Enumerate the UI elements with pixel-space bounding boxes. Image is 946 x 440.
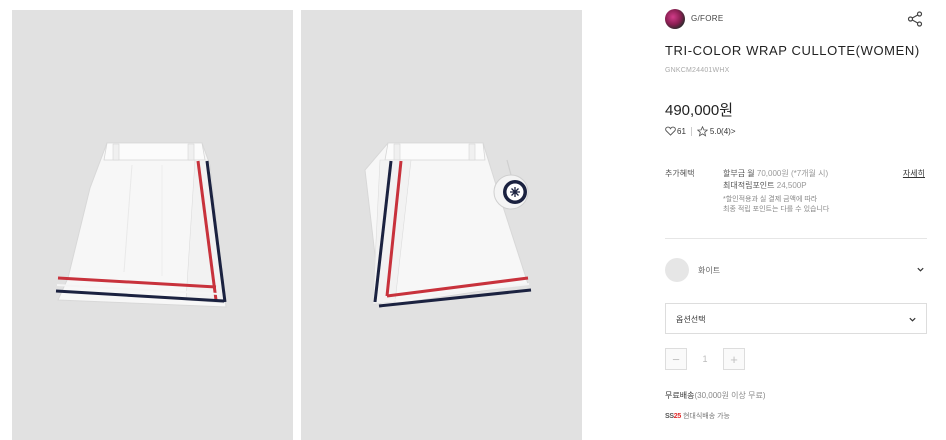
- color-swatch[interactable]: [665, 258, 689, 282]
- option-select-label: 옵션선택: [676, 315, 706, 324]
- rating-value: 5.0: [709, 126, 722, 136]
- installment-amount: 70,000원: [756, 169, 789, 178]
- shipping-detail: (30,000원 이상 무료): [694, 391, 766, 400]
- product-info-panel: G/FORE TRI-COLOR WRAP CULLOTE(WOMEN) GNK…: [665, 0, 927, 440]
- color-selector[interactable]: 화이트: [665, 258, 927, 282]
- share-icon[interactable]: [906, 10, 924, 28]
- installment-line: 할부금 월 70,000원 (*7개월 시): [723, 168, 893, 180]
- stats-divider: [690, 126, 692, 136]
- benefit-label: 추가혜택: [665, 169, 695, 178]
- points-prefix: 최대적립포인트: [723, 181, 777, 190]
- delivery-info: SS25 현대식배송 가능: [665, 410, 730, 422]
- product-image-back[interactable]: [301, 10, 582, 440]
- points-note-1: *할인적용과 실 결제 금액에 따라: [723, 196, 818, 203]
- delivery-text: 현대식배송 가능: [682, 413, 730, 420]
- like-count: 61: [677, 126, 686, 136]
- quantity-stepper: − 1 +: [665, 348, 745, 370]
- option-select[interactable]: 옵션선택: [665, 303, 927, 334]
- points-line: 최대적립포인트 24,500P: [723, 180, 893, 192]
- delivery-badge-icon: SS25: [665, 413, 681, 420]
- brand-logo[interactable]: [665, 9, 685, 29]
- installment-suffix: (*7개월 시): [788, 169, 829, 178]
- chevron-down-icon[interactable]: [916, 265, 925, 274]
- delivery-badge-prefix: SS: [665, 412, 674, 420]
- product-price: 490,000원: [665, 102, 734, 119]
- quantity-value: 1: [702, 354, 708, 364]
- product-image-front[interactable]: [12, 10, 293, 440]
- points-amount: 24,500P: [776, 181, 807, 190]
- benefit-detail-link[interactable]: 자세히: [903, 168, 925, 179]
- product-stats: 61 5.0 (4) >: [665, 125, 735, 137]
- benefit-details: 할부금 월 70,000원 (*7개월 시) 최대적립포인트 24,500P *…: [723, 168, 893, 215]
- points-note-2: 최종 적립 포인트는 다를 수 있습니다: [723, 206, 830, 213]
- brand-row: G/FORE: [665, 9, 927, 29]
- shipping-info: 무료배송(30,000원 이상 무료): [665, 390, 766, 401]
- color-name: 화이트: [698, 266, 721, 275]
- product-title: TRI-COLOR WRAP CULLOTE(WOMEN): [665, 43, 920, 58]
- brand-name[interactable]: G/FORE: [691, 14, 723, 23]
- quantity-minus-button[interactable]: −: [665, 348, 687, 370]
- shipping-main: 무료배송: [665, 391, 695, 400]
- product-gallery: [12, 10, 582, 440]
- review-count-link[interactable]: (4): [721, 127, 731, 136]
- delivery-badge-num: 25: [673, 412, 681, 420]
- section-divider: [665, 238, 927, 239]
- chevron-right-icon[interactable]: >: [731, 127, 736, 136]
- installment-prefix: 할부금 월: [723, 169, 757, 178]
- chevron-down-icon[interactable]: [908, 315, 917, 324]
- product-code: GNKCM24401WHX: [665, 67, 730, 74]
- heart-icon[interactable]: [665, 126, 676, 136]
- quantity-plus-button[interactable]: +: [723, 348, 745, 370]
- star-icon: [696, 125, 708, 137]
